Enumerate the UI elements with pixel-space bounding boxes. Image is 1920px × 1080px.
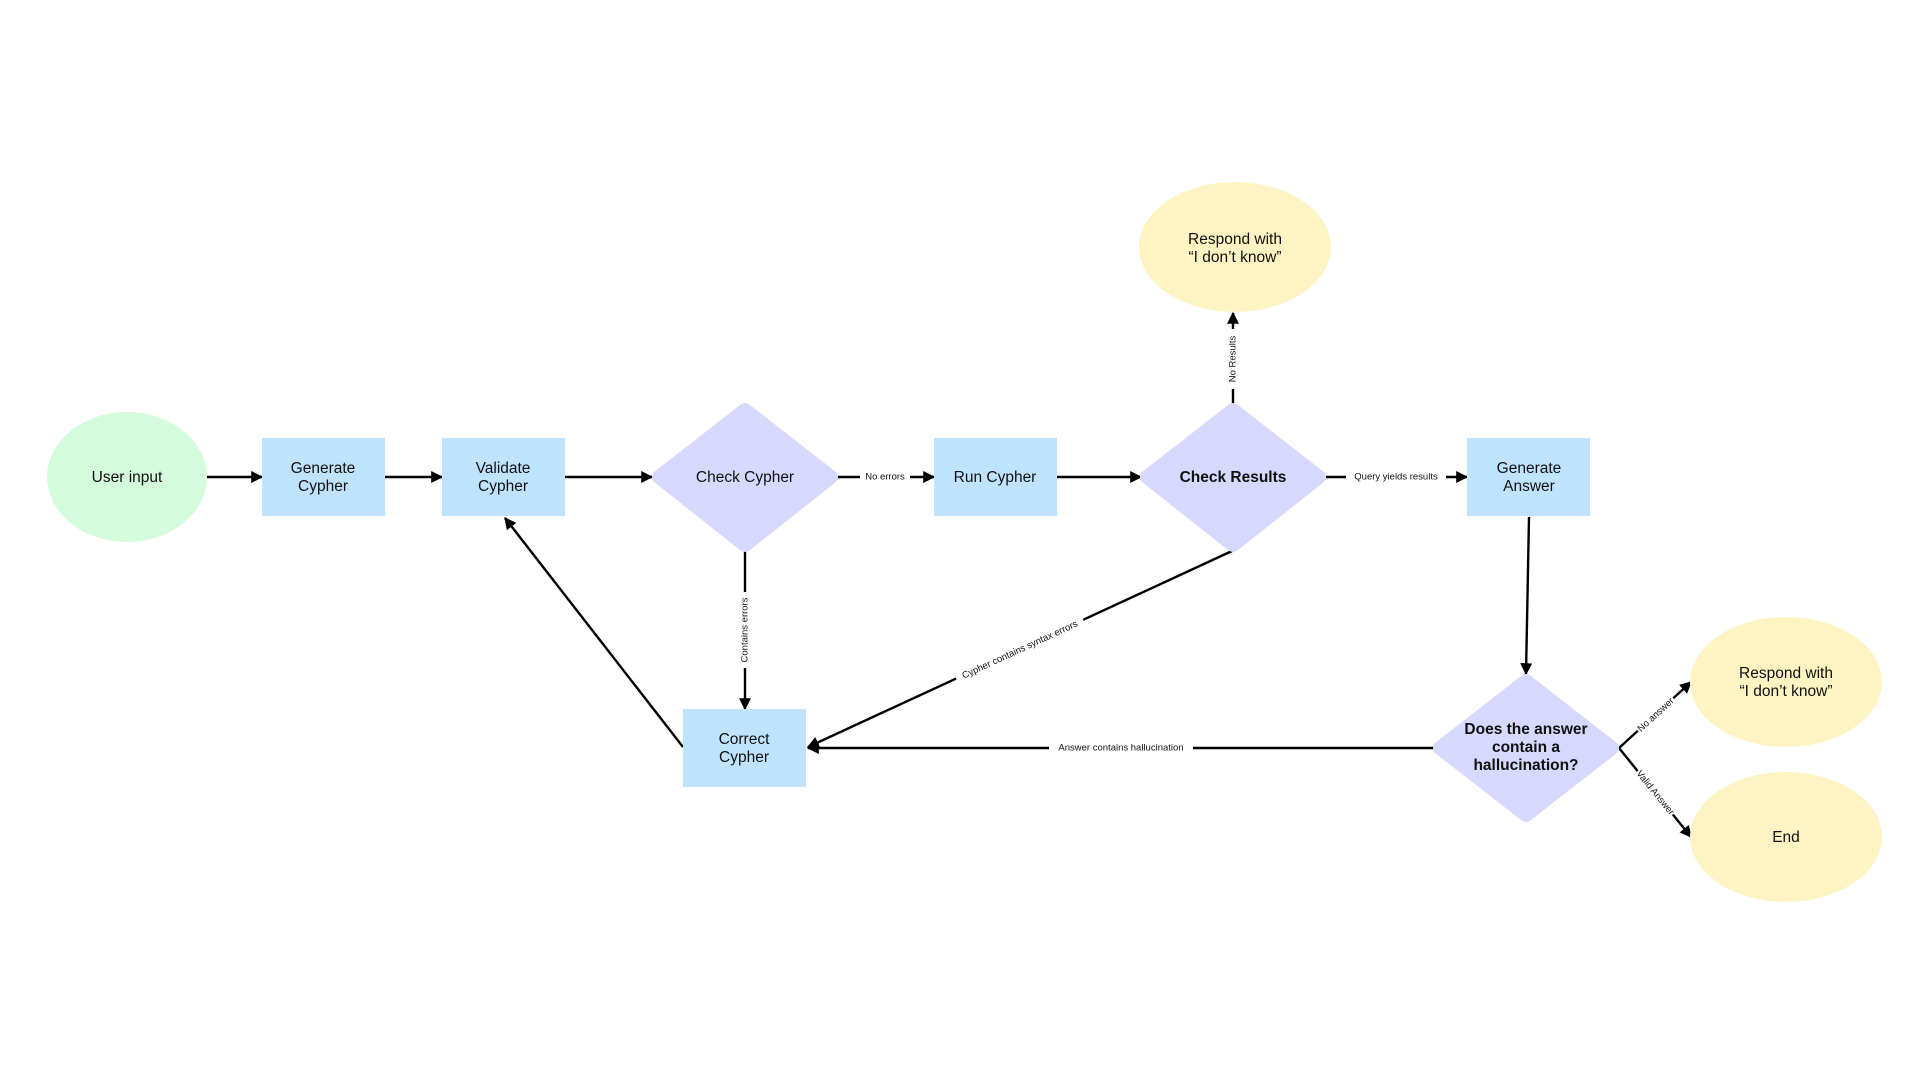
node-user-input[interactable]: User input [47, 412, 207, 542]
node-label: Check Cypher [696, 469, 794, 486]
node-label: Correct [719, 731, 771, 748]
node-check-results[interactable]: Check Results [1140, 403, 1326, 552]
edge-label-hallucination: Answer contains hallucination [1049, 741, 1193, 755]
node-check-cypher[interactable]: Check Cypher [652, 403, 838, 552]
edge-label-no-errors: No errors [860, 470, 910, 484]
edge-correct-to-validate [504, 517, 684, 748]
node-validate-cypher[interactable]: Validate Cypher [442, 438, 565, 516]
node-label: contain a [1492, 739, 1560, 756]
node-label: Answer [1503, 478, 1555, 495]
node-label: “I don’t know” [1739, 683, 1832, 700]
node-label: Answer contains hallucination [1058, 743, 1183, 754]
node-run-cypher[interactable]: Run Cypher [934, 438, 1057, 516]
node-label: Generate Cypher [291, 460, 356, 495]
node-shape [262, 438, 385, 516]
node-label: Check Cypher [696, 469, 794, 486]
node-label: Validate [476, 460, 531, 477]
node-respond-dont-know-top[interactable]: Respond with “I don’t know” [1139, 182, 1331, 312]
node-label: Generate [291, 460, 356, 477]
node-shape [1467, 438, 1590, 516]
node-end[interactable]: End [1690, 772, 1882, 902]
node-label: End [1772, 829, 1800, 846]
edge-label-valid-answer: Valid Answer [1631, 766, 1679, 820]
node-label: Cypher [478, 478, 528, 495]
edge-answer-to-hallucination [1520, 516, 1533, 676]
edge-label-query-yields-results: Query yields results [1346, 470, 1446, 484]
node-label: Cypher [298, 478, 348, 495]
node-generate-cypher[interactable]: Generate Cypher [262, 438, 385, 516]
node-shape [442, 438, 565, 516]
node-label: Respond with [1188, 231, 1282, 248]
node-hallucination-check[interactable]: Does the answer contain a hallucination? [1433, 674, 1619, 822]
node-generate-answer[interactable]: Generate Answer [1467, 438, 1590, 516]
node-label: “I don’t know” [1188, 249, 1281, 266]
node-label: Run Cypher [954, 469, 1037, 486]
node-label: User input [92, 469, 163, 486]
node-label: Run Cypher [954, 469, 1037, 486]
node-label: Validate Cypher [476, 460, 531, 495]
edge-label-no-results: No Results [1226, 329, 1240, 389]
flowchart-canvas: No errors Query yields results No Result… [47, 182, 1882, 902]
node-label: Check Results [1180, 469, 1287, 486]
node-label: Respond with [1739, 665, 1833, 682]
node-shape [683, 709, 806, 787]
node-label: No answer [1636, 696, 1677, 735]
node-label: No Results [1228, 336, 1239, 383]
edge-label-contains-errors: Contains errors [738, 592, 752, 668]
node-label: User input [92, 469, 163, 486]
edge-label-syntax-errors: Cypher contains syntax errors [953, 614, 1087, 686]
edge-label-no-answer: No answer [1633, 693, 1679, 737]
node-label: Check Results [1180, 469, 1287, 486]
node-label: Cypher contains syntax errors [960, 618, 1079, 681]
node-label: No errors [865, 472, 905, 483]
node-label: Contains errors [740, 597, 751, 662]
node-label: Does the answer [1464, 721, 1587, 738]
node-label: Query yields results [1354, 472, 1438, 483]
node-label: Cypher [719, 749, 769, 766]
node-respond-dont-know-right[interactable]: Respond with “I don’t know” [1690, 617, 1882, 747]
node-label: Respond with “I don’t know” [1188, 231, 1282, 266]
node-label: Generate [1497, 460, 1562, 477]
node-label: Respond with “I don’t know” [1739, 665, 1833, 700]
node-label: Correct Cypher [719, 731, 771, 766]
node-label: End [1772, 829, 1800, 846]
node-shape [1690, 617, 1882, 747]
node-correct-cypher[interactable]: Correct Cypher [683, 709, 806, 787]
node-label: Generate Answer [1497, 460, 1562, 495]
node-label: Valid Answer [1634, 768, 1677, 817]
node-label: hallucination? [1473, 757, 1578, 774]
